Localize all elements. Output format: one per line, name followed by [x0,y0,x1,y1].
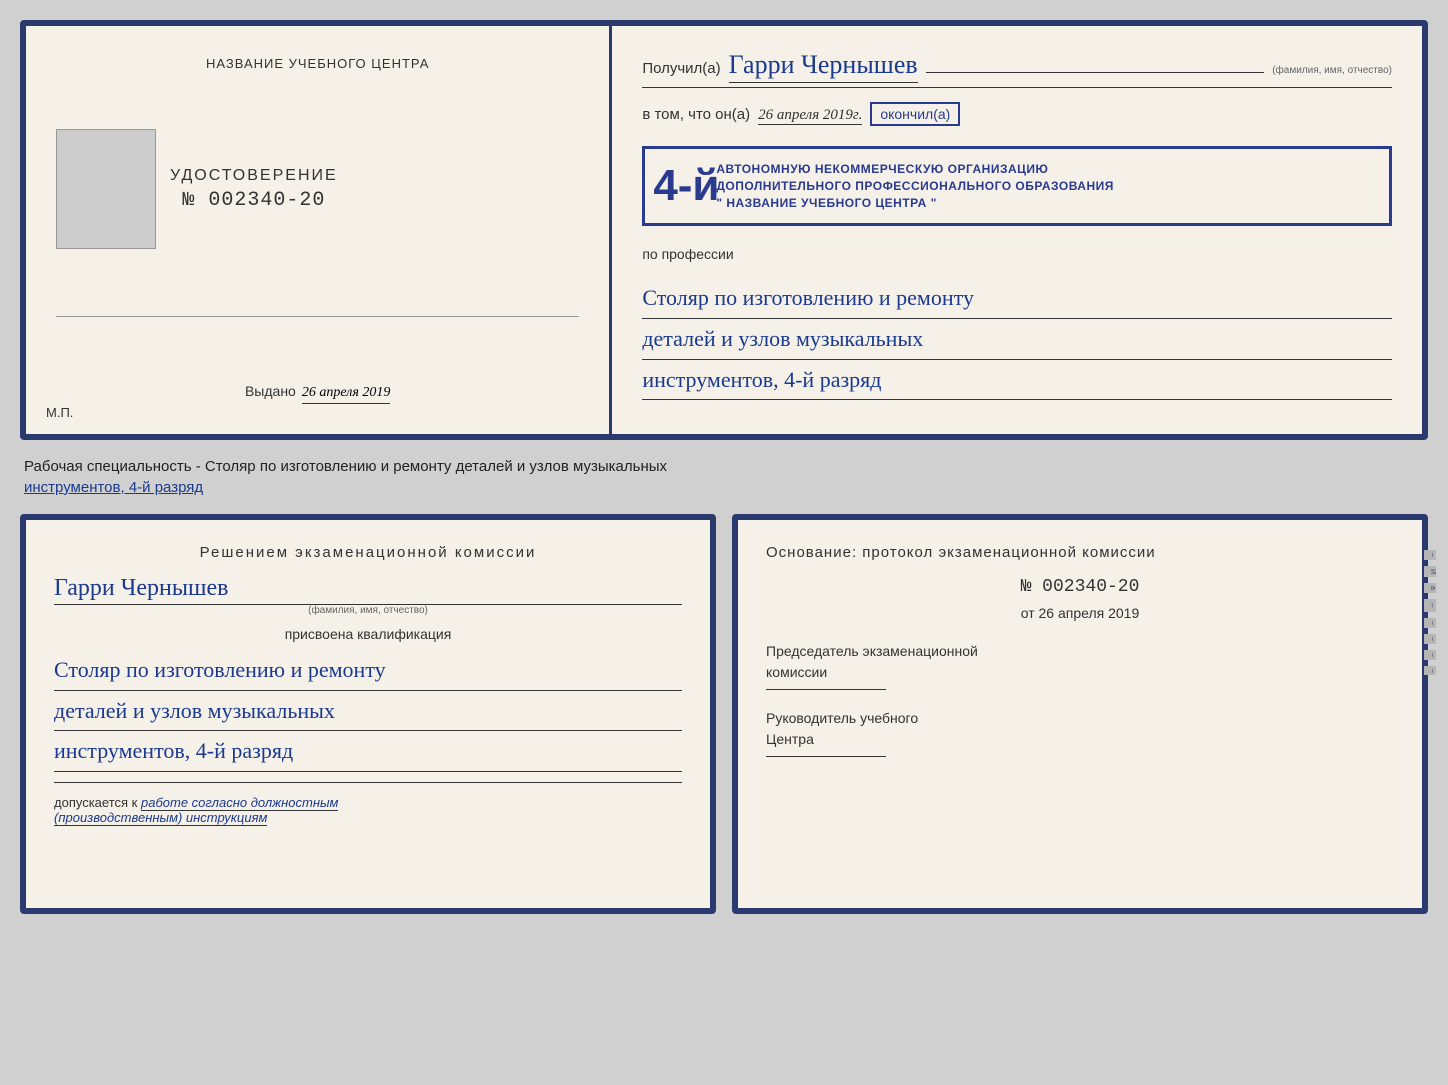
admitted-block: допускается к работе согласно должностны… [54,795,682,825]
vtom-label: в том, что он(а) [642,106,750,123]
admitted-prefix: допускается к [54,795,137,810]
from-date: от 26 апреля 2019 [766,605,1394,621]
caption-block: Рабочая специальность - Столяр по изгото… [20,456,1428,498]
bottom-right-card: Основание: протокол экзаменационной коми… [732,514,1428,914]
head-label2: Центра [766,729,1394,750]
vtom-block: в том, что он(а) 26 апреля 2019г. окончи… [642,102,1392,126]
issued-label: Выдано [245,383,296,399]
admitted-text2: (производственным) инструкциям [54,810,267,826]
qual-line2: деталей и узлов музыкальных [54,691,682,732]
photo-placeholder [56,129,156,249]
stamp-line3: " НАЗВАНИЕ УЧЕБНОГО ЦЕНТРА " [716,195,1373,212]
chairman-signature-line [766,689,886,690]
qual-line3: инструментов, 4-й разряд [54,731,682,772]
cert-middle: УДОСТОВЕРЕНИЕ № 002340-20 [170,167,338,212]
stamp-text: АВТОНОМНУЮ НЕКОММЕРЧЕСКУЮ ОРГАНИЗАЦИЮ ДО… [716,161,1373,211]
admitted-text: работе согласно должностным [141,795,338,811]
cert-number: № 002340-20 [170,189,338,212]
basis-title: Основание: протокол экзаменационной коми… [766,544,1394,561]
name-block: Гарри Чернышев (фамилия, имя, отчество) [54,575,682,616]
profession-text: Столяр по изготовлению и ремонту деталей… [642,278,1392,400]
issued-date: 26 апреля 2019 [302,385,390,404]
profession-line2: деталей и узлов музыкальных [642,319,1392,360]
caption-text2: инструментов, 4-й разряд [20,477,1428,498]
mp-label: М.П. [46,405,73,420]
diploma-right: Получил(а) Гарри Чернышев (фамилия, имя,… [612,26,1422,434]
stamp-line1: АВТОНОМНУЮ НЕКОММЕРЧЕСКУЮ ОРГАНИЗАЦИЮ [716,161,1373,178]
okoncil-box: окончил(а) [870,102,960,126]
chairman-label2: комиссии [766,662,1394,683]
date-handwritten: 26 апреля 2019г. [758,107,862,125]
top-diploma-card: НАЗВАНИЕ УЧЕБНОГО ЦЕНТРА УДОСТОВЕРЕНИЕ №… [20,20,1428,440]
caption-line1: Рабочая специальность - Столяр по изгото… [24,458,667,475]
right-side-tabs-2: – И а ← – – – – [1424,520,1436,908]
qual-line1: Столяр по изготовлению и ремонту [54,650,682,691]
caption-line2: инструментов, 4-й разряд [24,479,203,496]
right-side-tabs: – И а ← – – – [1424,26,1428,434]
bottom-cards: Решением экзаменационной комиссии Гарри … [20,514,1428,914]
caption-text: Рабочая специальность - Столяр по изгото… [20,456,1428,477]
page-wrapper: НАЗВАНИЕ УЧЕБНОГО ЦЕНТРА УДОСТОВЕРЕНИЕ №… [20,20,1428,914]
school-name-label: НАЗВАНИЕ УЧЕБНОГО ЦЕНТРА [206,56,429,71]
stamp-number: 4-й [653,161,719,211]
fio-label: (фамилия, имя, отчество) [1272,65,1392,76]
bottom-fio-label: (фамилия, имя, отчество) [54,605,682,616]
head-block: Руководитель учебного Центра [766,708,1394,757]
profession-line3: инструментов, 4-й разряд [642,360,1392,401]
chairman-label: Председатель экзаменационной [766,641,1394,662]
chairman-block: Председатель экзаменационной комиссии [766,641,1394,690]
protocol-number: № 002340-20 [766,577,1394,597]
profession-line1: Столяр по изготовлению и ремонту [642,278,1392,319]
from-date-val: 26 апреля 2019 [1039,605,1140,621]
diploma-left: НАЗВАНИЕ УЧЕБНОГО ЦЕНТРА УДОСТОВЕРЕНИЕ №… [26,26,612,434]
head-label: Руководитель учебного [766,708,1394,729]
head-signature-line [766,756,886,757]
profession-label: по профессии [642,246,733,262]
assigned-text: присвоена квалификация [54,626,682,642]
qualification-text: Столяр по изготовлению и ремонту деталей… [54,650,682,772]
recipient-name: Гарри Чернышев [729,50,918,83]
stamp-line2: ДОПОЛНИТЕЛЬНОГО ПРОФЕССИОНАЛЬНОГО ОБРАЗО… [716,178,1373,195]
decision-title: Решением экзаменационной комиссии [54,544,682,561]
stamp-box: 4-й АВТОНОМНУЮ НЕКОММЕРЧЕСКУЮ ОРГАНИЗАЦИ… [642,146,1392,226]
bottom-left-card: Решением экзаменационной комиссии Гарри … [20,514,716,914]
cert-title: УДОСТОВЕРЕНИЕ [170,167,338,185]
received-label: Получил(а) [642,60,720,77]
from-prefix: от [1021,605,1035,621]
bottom-person-name: Гарри Чернышев [54,575,228,601]
